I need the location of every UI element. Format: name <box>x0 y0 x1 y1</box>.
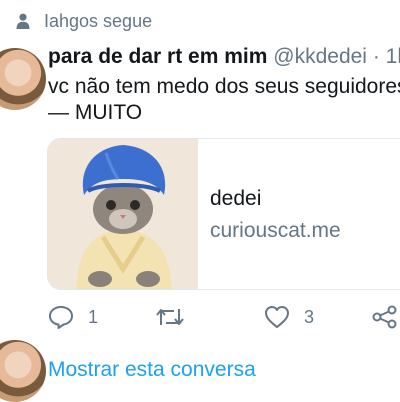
share-button[interactable] <box>372 300 398 334</box>
reply-count: 1 <box>88 306 99 327</box>
link-card[interactable]: dedei curiouscat.me <box>47 138 400 290</box>
separator-dot: · <box>372 45 380 68</box>
retweet-icon <box>156 309 184 325</box>
cat-photo-thumbnail <box>48 139 198 289</box>
author-avatar[interactable] <box>0 48 46 110</box>
social-context: Iahgos segue <box>16 10 152 32</box>
tweet-text-line: vc não tem medo dos seus seguidores <box>48 75 400 98</box>
person-icon <box>16 13 30 29</box>
tweet-text-line: — MUITO <box>48 101 143 124</box>
tweet-actions: 1 3 <box>0 300 400 334</box>
heart-icon <box>265 306 289 328</box>
show-thread-link[interactable]: Mostrar esta conversa <box>48 358 256 382</box>
like-count: 3 <box>304 306 315 327</box>
tweet-time[interactable]: 1h <box>386 45 400 68</box>
author-name[interactable]: para de dar rt em mim <box>48 45 267 68</box>
card-title: dedei <box>210 187 262 210</box>
tweet-text: vc não tem medo dos seus seguidores — MU… <box>48 74 400 126</box>
thread-avatar[interactable] <box>0 340 46 402</box>
card-domain: curiouscat.me <box>210 219 341 242</box>
author-handle[interactable]: @kkdedei <box>273 45 367 68</box>
reply-button[interactable]: 1 <box>48 300 98 334</box>
reply-icon <box>49 306 73 329</box>
like-button[interactable]: 3 <box>264 300 314 334</box>
share-icon <box>372 305 397 329</box>
tweet-header: para de dar rt em mim @kkdedei · 1h <box>48 44 400 70</box>
retweet-button[interactable] <box>156 300 184 334</box>
social-context-text: Iahgos segue <box>44 10 153 31</box>
